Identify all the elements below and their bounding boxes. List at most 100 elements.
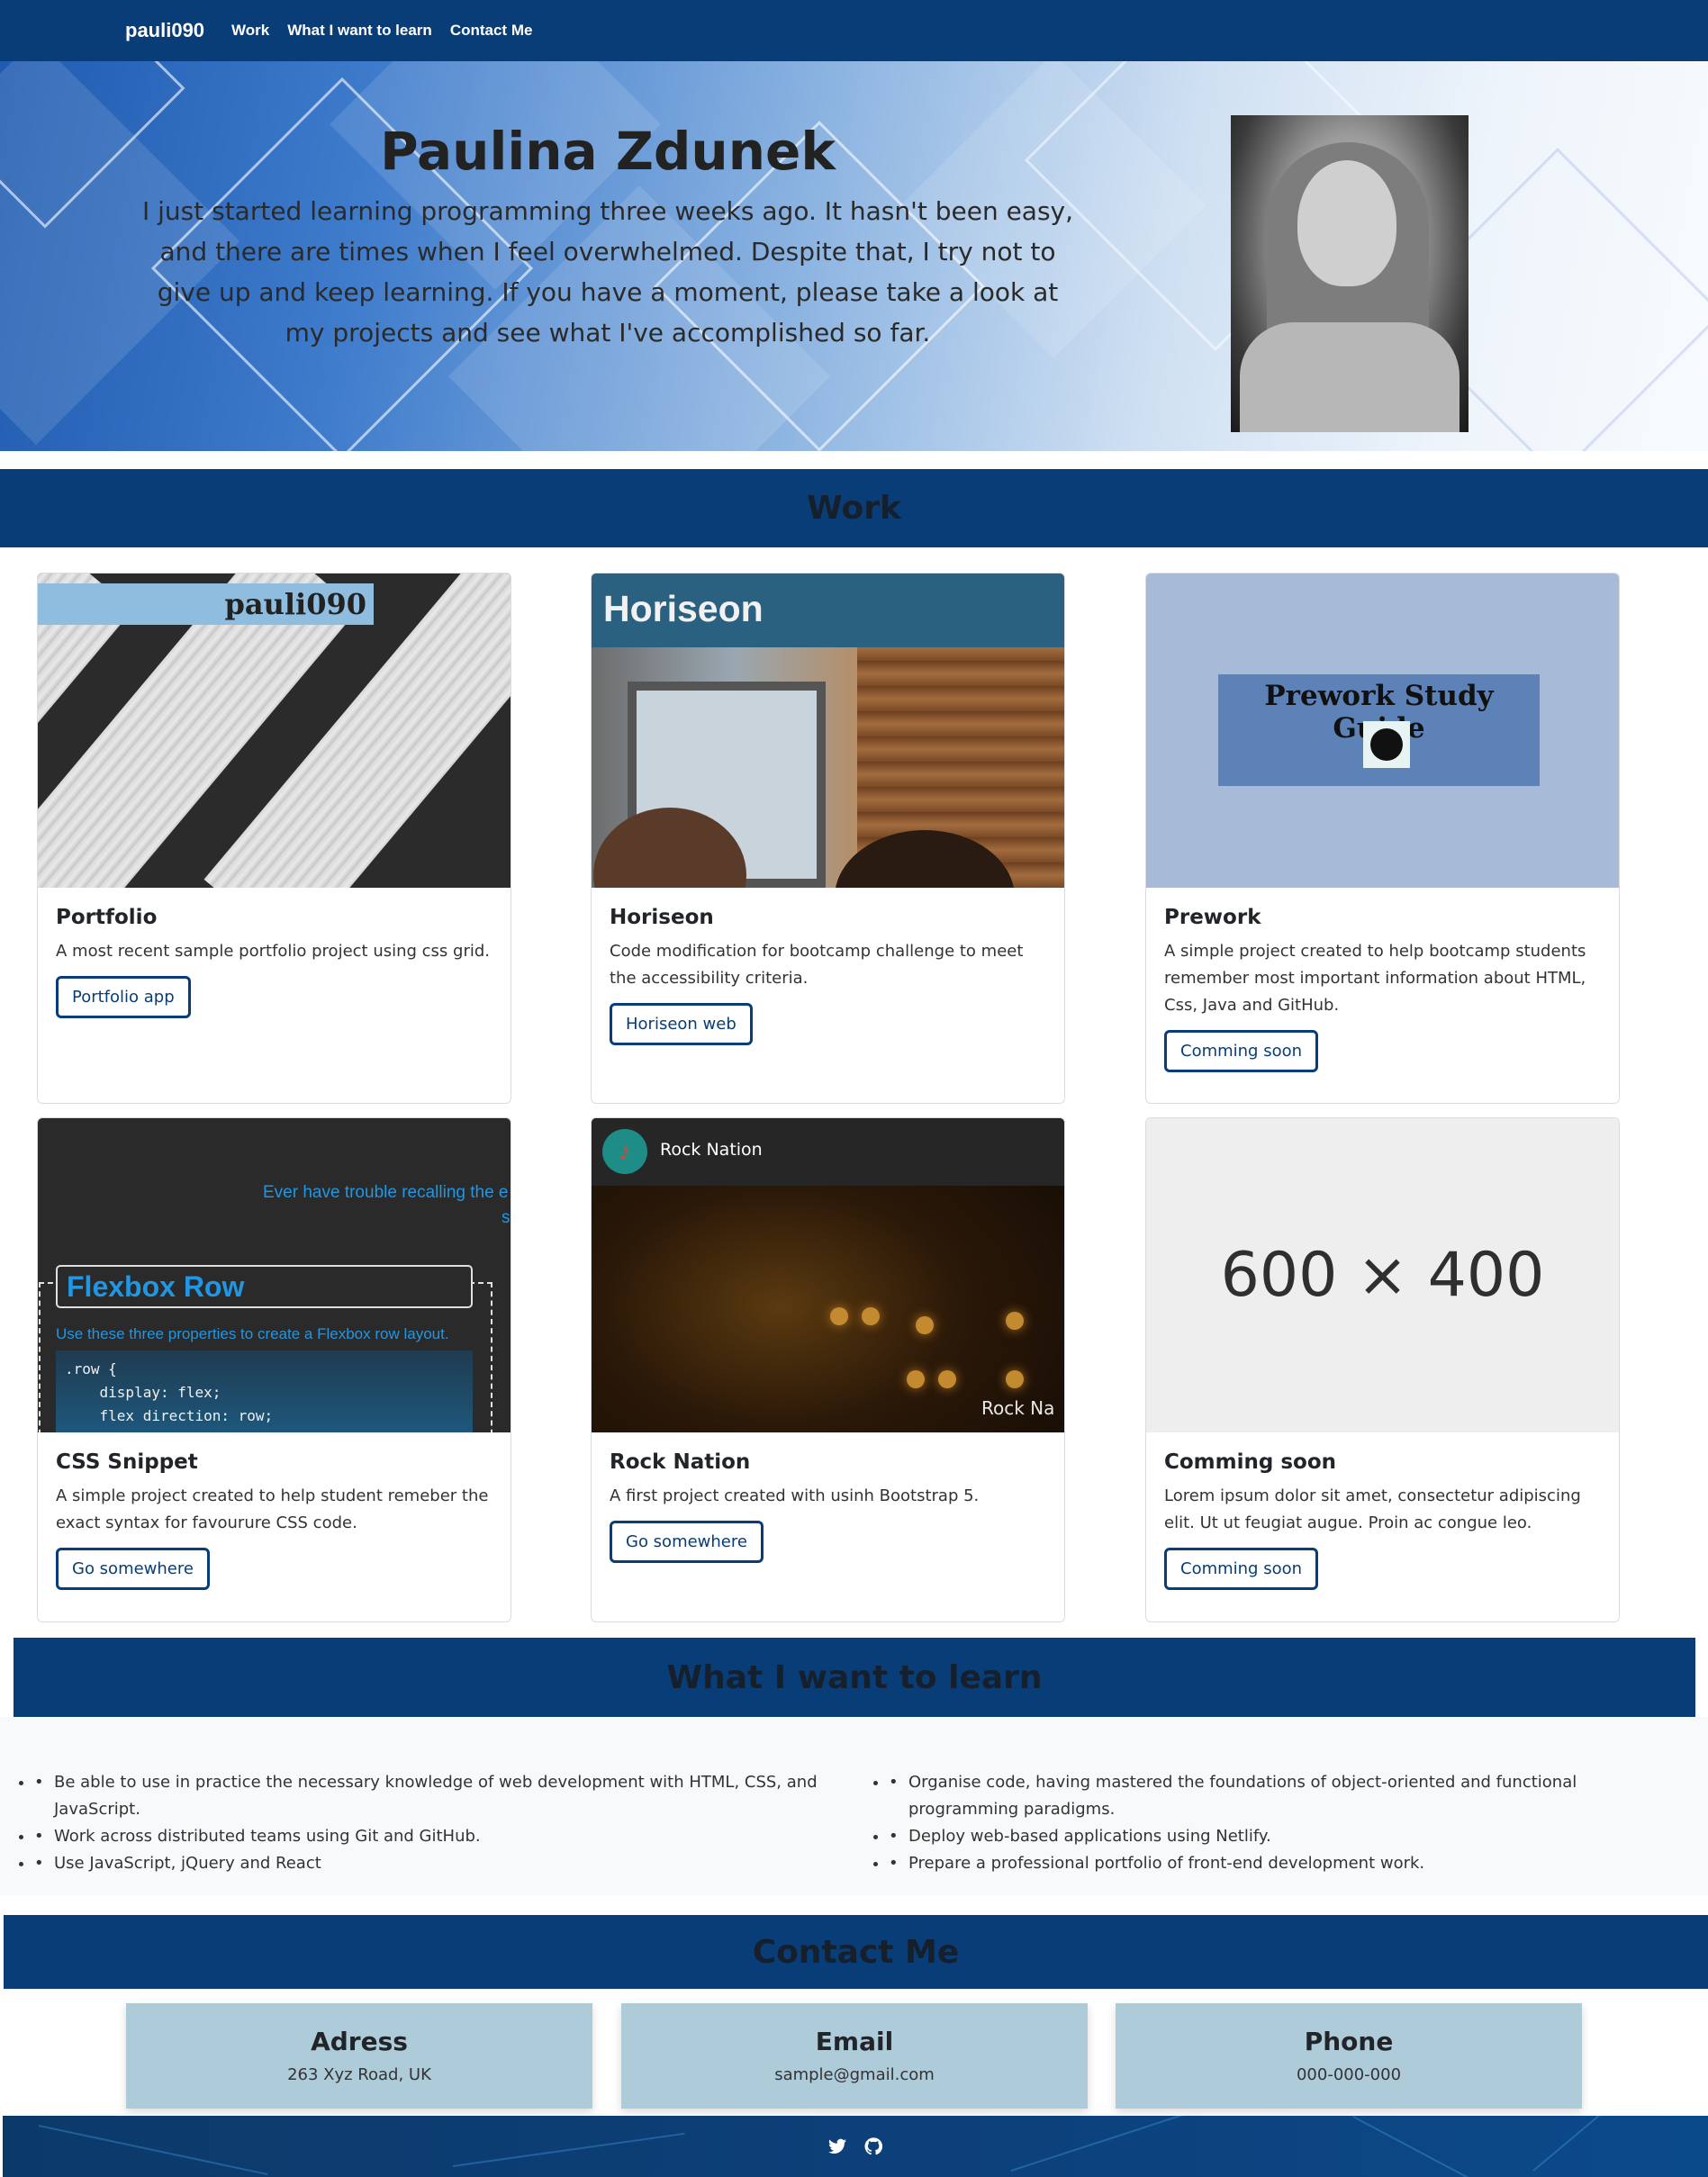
image-question-tail: s	[502, 1208, 511, 1227]
image-title-box: Flexbox Row	[56, 1265, 473, 1308]
image-code-block: .row { display: flex; flex direction: ro…	[56, 1350, 473, 1432]
image-stage-light	[1006, 1370, 1024, 1388]
image-brand-text: Rock Nation	[660, 1140, 763, 1160]
learn-list-left: Be able to use in practice the necessary…	[34, 1769, 818, 1877]
card-text: Code modification for bootcamp challenge…	[610, 942, 1024, 988]
card-image-rock-nation: ♪ Rock Nation Rock Na	[592, 1118, 1064, 1432]
card-title: Rock Nation	[610, 1450, 751, 1474]
nav-link-contact[interactable]: Contact Me	[450, 22, 533, 40]
card-image-css-snippet: Ever have trouble recalling the e s Flex…	[38, 1118, 511, 1432]
card-body: CSS Snippet A simple project created to …	[38, 1432, 511, 1608]
placeholder-size-text: 600 × 400	[1220, 1240, 1545, 1311]
card-text: A simple project created to help student…	[56, 1486, 489, 1532]
learn-section-header: What I want to learn	[14, 1638, 1695, 1717]
twitter-icon-svg	[828, 2138, 846, 2154]
card-text: Lorem ipsum dolor sit amet, consectetur …	[1164, 1486, 1581, 1532]
card-image-placeholder: 600 × 400	[1146, 1118, 1619, 1432]
image-title-box: Prework Study Guide	[1218, 674, 1540, 786]
contact-section-title: Contact Me	[752, 1933, 960, 1971]
code-line: .row {	[65, 1360, 117, 1378]
rock-nation-go-button[interactable]: Go somewhere	[610, 1521, 764, 1563]
css-snippet-go-button[interactable]: Go somewhere	[56, 1548, 210, 1590]
image-stage-light	[916, 1316, 934, 1334]
card-body: Horiseon Code modification for bootcamp …	[592, 888, 1064, 1063]
github-cat-icon-shape	[1370, 728, 1403, 761]
footer-decoration	[452, 2132, 685, 2167]
card-text: A first project created with usinh Boots…	[610, 1486, 980, 1505]
contact-card-email: Email sample@gmail.com	[621, 2003, 1088, 2109]
contact-card-address: Adress 263 Xyz Road, UK	[126, 2003, 592, 2109]
project-card-horiseon: Horiseon Horiseon Code modification for …	[591, 573, 1065, 1104]
learn-section: Be able to use in practice the necessary…	[0, 1717, 1708, 1895]
github-icon[interactable]	[863, 2136, 883, 2156]
image-title-text: Flexbox Row	[67, 1270, 245, 1303]
card-text: A simple project created to help bootcam…	[1164, 942, 1586, 1015]
learn-list-item: Work across distributed teams using Git …	[34, 1823, 818, 1850]
card-image-horiseon: Horiseon	[592, 574, 1064, 888]
profile-photo	[1231, 115, 1469, 432]
project-card-portfolio: pauli090 Portfolio A most recent sample …	[37, 573, 511, 1104]
card-title: Portfolio	[56, 906, 158, 929]
hero-bio: I just started learning programming thre…	[141, 196, 1074, 348]
footer	[3, 2116, 1708, 2177]
image-stage-light	[907, 1370, 925, 1388]
guitar-icon: ♪	[602, 1129, 647, 1174]
card-body: Rock Nation A first project created with…	[592, 1432, 1064, 1581]
code-line: display: flex;	[65, 1384, 221, 1401]
code-line: flex direction: row;	[65, 1407, 274, 1424]
footer-decoration	[1532, 2116, 1686, 2172]
twitter-icon[interactable]	[827, 2136, 847, 2156]
project-card-coming-soon: 600 × 400 Comming soon Lorem ipsum dolor…	[1145, 1117, 1620, 1622]
learn-list-right: Organise code, having mastered the found…	[889, 1769, 1690, 1877]
hero-section: Paulina Zdunek I just started learning p…	[0, 61, 1708, 451]
nav-link-work[interactable]: Work	[231, 22, 269, 40]
learn-list-item: Organise code, having mastered the found…	[889, 1769, 1690, 1823]
card-body: Comming soon Lorem ipsum dolor sit amet,…	[1146, 1432, 1619, 1608]
contact-value: 000-000-000	[1296, 2065, 1402, 2084]
coming-soon-button[interactable]: Comming soon	[1164, 1548, 1319, 1590]
project-card-css-snippet: Ever have trouble recalling the e s Flex…	[37, 1117, 511, 1622]
contact-card-phone: Phone 000-000-000	[1116, 2003, 1582, 2109]
contact-label: Email	[815, 2027, 894, 2056]
learn-list-item: Prepare a professional portfolio of fron…	[889, 1850, 1690, 1877]
image-question-text: Ever have trouble recalling the e	[263, 1183, 509, 1202]
card-image-prework: Prework Study Guide	[1146, 574, 1619, 888]
image-header: Horiseon	[592, 574, 1064, 647]
github-icon-svg	[864, 2137, 882, 2155]
learn-section-title: What I want to learn	[666, 1658, 1043, 1696]
image-watermark-text: Rock Na	[981, 1397, 1055, 1419]
learn-list-item: Use JavaScript, jQuery and React	[34, 1850, 818, 1877]
footer-decoration	[38, 2125, 268, 2176]
photo-jacket-shape	[1240, 322, 1459, 432]
hero-name: Paulina Zdunek	[380, 121, 836, 182]
image-header: ♪ Rock Nation	[592, 1118, 1064, 1186]
project-card-rock-nation: ♪ Rock Nation Rock Na Rock Nation A firs…	[591, 1117, 1065, 1622]
contact-section-header: Contact Me	[4, 1915, 1708, 1989]
contact-label: Adress	[311, 2027, 408, 2056]
brand-link[interactable]: pauli090	[125, 19, 204, 42]
image-subtitle-text: Use these three properties to create a F…	[56, 1325, 449, 1342]
card-body: Portfolio A most recent sample portfolio…	[38, 888, 511, 1036]
image-stage-light	[1006, 1312, 1024, 1330]
image-stage-light	[862, 1307, 880, 1325]
card-text: A most recent sample portfolio project u…	[56, 942, 491, 961]
contact-value[interactable]: sample@gmail.com	[621, 2065, 1088, 2084]
nav-link-learn[interactable]: What I want to learn	[287, 22, 432, 40]
github-cat-icon	[1363, 721, 1410, 768]
image-stage-light	[830, 1307, 848, 1325]
card-body: Prework A simple project created to help…	[1146, 888, 1619, 1090]
footer-decoration	[1352, 2116, 1561, 2177]
image-brand-text: Horiseon	[603, 588, 764, 629]
photo-face-shape	[1297, 160, 1396, 286]
image-stage-light	[938, 1370, 956, 1388]
contact-value: 263 Xyz Road, UK	[287, 2065, 431, 2084]
footer-decoration	[1010, 2116, 1269, 2172]
work-section-header: Work	[0, 469, 1708, 547]
portfolio-app-button[interactable]: Portfolio app	[56, 976, 191, 1018]
work-section-title: Work	[807, 490, 901, 527]
prework-coming-soon-button[interactable]: Comming soon	[1164, 1030, 1319, 1072]
horiseon-web-button[interactable]: Horiseon web	[610, 1003, 753, 1045]
project-card-prework: Prework Study Guide Prework A simple pro…	[1145, 573, 1620, 1104]
image-banner: pauli090	[38, 583, 374, 625]
card-title: CSS Snippet	[56, 1450, 198, 1474]
